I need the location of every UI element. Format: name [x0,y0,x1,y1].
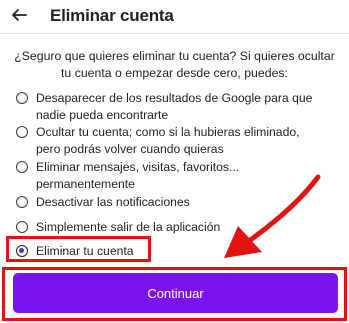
radio-button[interactable] [16,161,28,173]
confirmation-question: ¿Seguro que quieres eliminar tu cuenta? … [14,49,335,80]
option-label: Desaparecer de los resultados de Google … [36,91,313,122]
app-header: Eliminar cuenta [0,0,349,36]
option-label: Eliminar mensajes, visitas, favoritos...… [36,160,240,191]
option-label: Desactivar las notificaciones [36,195,190,209]
radio-button[interactable] [16,92,28,104]
annotation-highlight-box [2,267,347,321]
page-title: Eliminar cuenta [50,6,174,25]
radio-button[interactable] [16,126,28,138]
annotation-highlight-box [6,236,151,262]
option-label: Ocultar tu cuenta; como si la hubieras e… [36,125,300,156]
radio-button[interactable] [16,196,28,208]
arrow-left-icon[interactable] [9,5,29,25]
option-label: Simplemente salir de la aplicación [36,220,221,234]
header-divider [0,33,349,34]
radio-button[interactable] [16,221,28,233]
